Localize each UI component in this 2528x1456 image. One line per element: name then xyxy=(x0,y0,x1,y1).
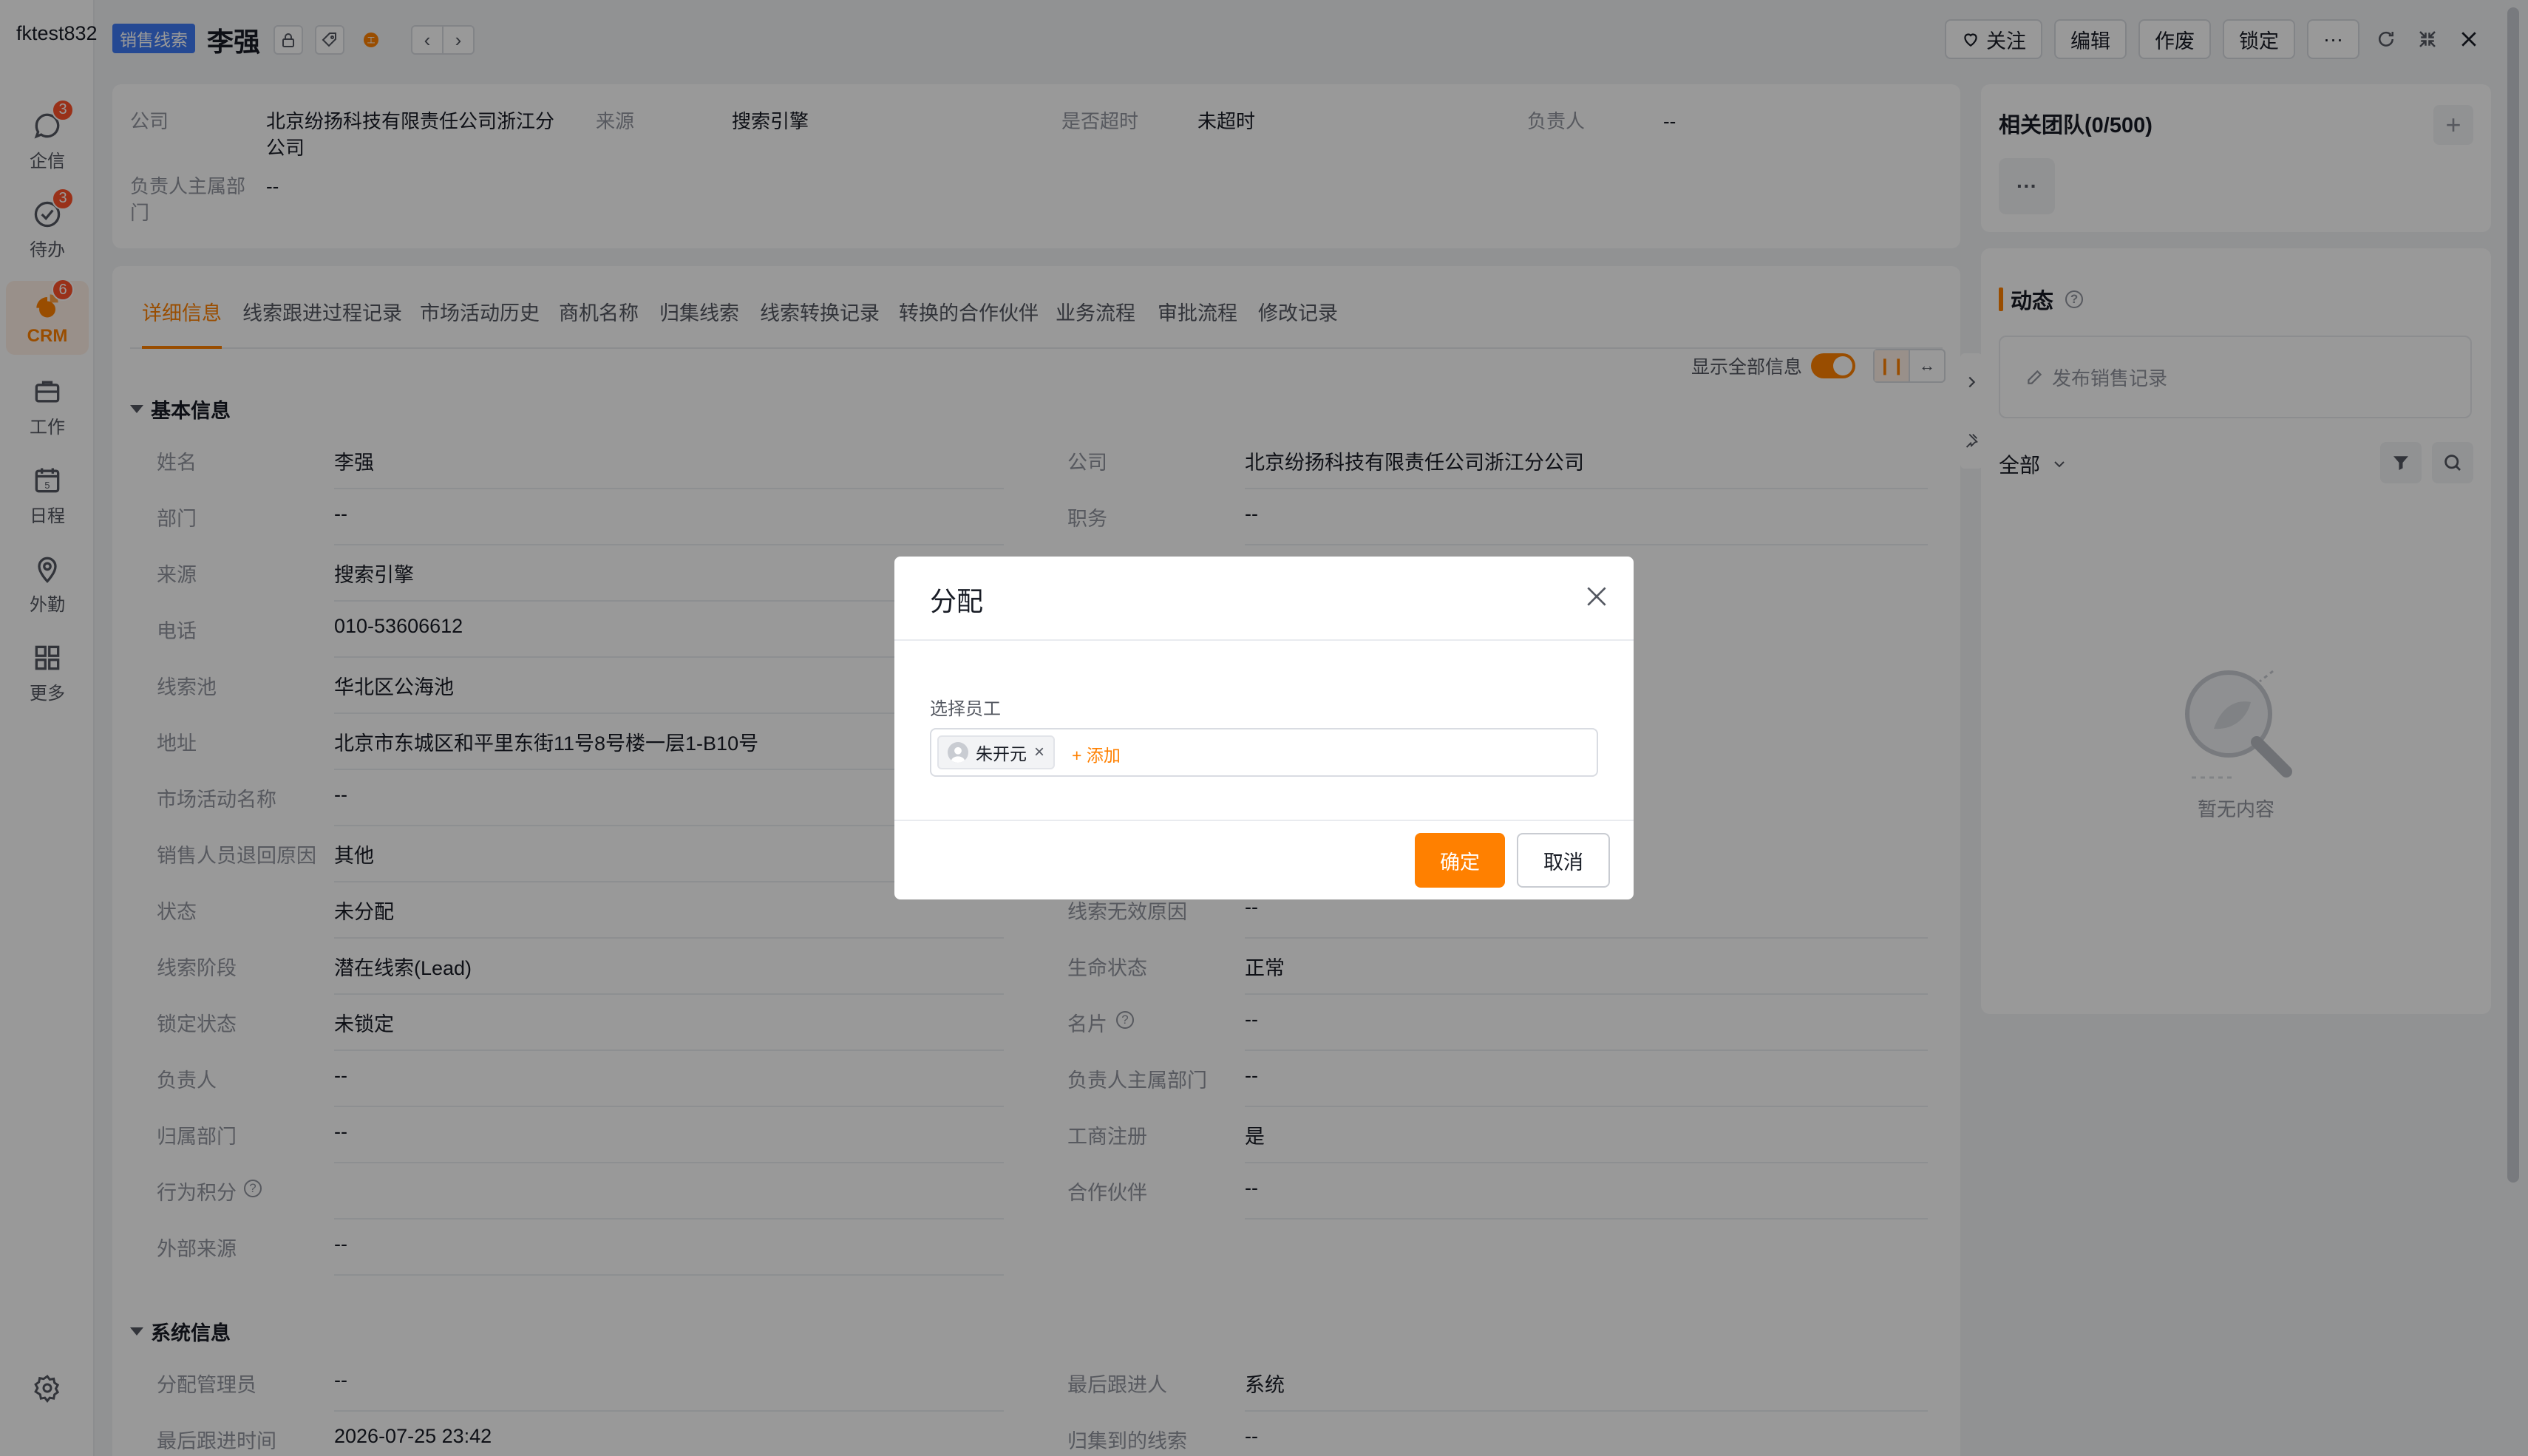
dialog-title: 分配 xyxy=(930,586,984,616)
dialog-footer-divider xyxy=(894,820,1634,821)
selected-employee-name: 朱开元 xyxy=(976,744,1027,763)
employee-selector[interactable]: 朱开元 × + 添加 xyxy=(930,728,1598,777)
confirm-button[interactable]: 确定 xyxy=(1415,833,1505,888)
assign-dialog: 分配 选择员工 朱开元 × + 添加 确定 取消 xyxy=(894,557,1634,899)
remove-employee-icon[interactable]: × xyxy=(1034,742,1044,763)
avatar-icon xyxy=(948,742,968,763)
selected-employee-chip: 朱开元 × xyxy=(937,735,1056,769)
dialog-buttons: 确定 取消 xyxy=(1415,833,1610,888)
select-employee-label: 选择员工 xyxy=(930,699,1001,719)
app-root: fktest832 3 企信 3 待办 6 CRM 工作 5 日程 外勤 更多 … xyxy=(0,0,2528,1456)
add-employee-link[interactable]: + 添加 xyxy=(1072,741,1121,766)
cancel-button[interactable]: 取消 xyxy=(1517,833,1610,888)
dialog-close-icon[interactable] xyxy=(1582,582,1611,611)
dialog-divider xyxy=(894,639,1634,641)
